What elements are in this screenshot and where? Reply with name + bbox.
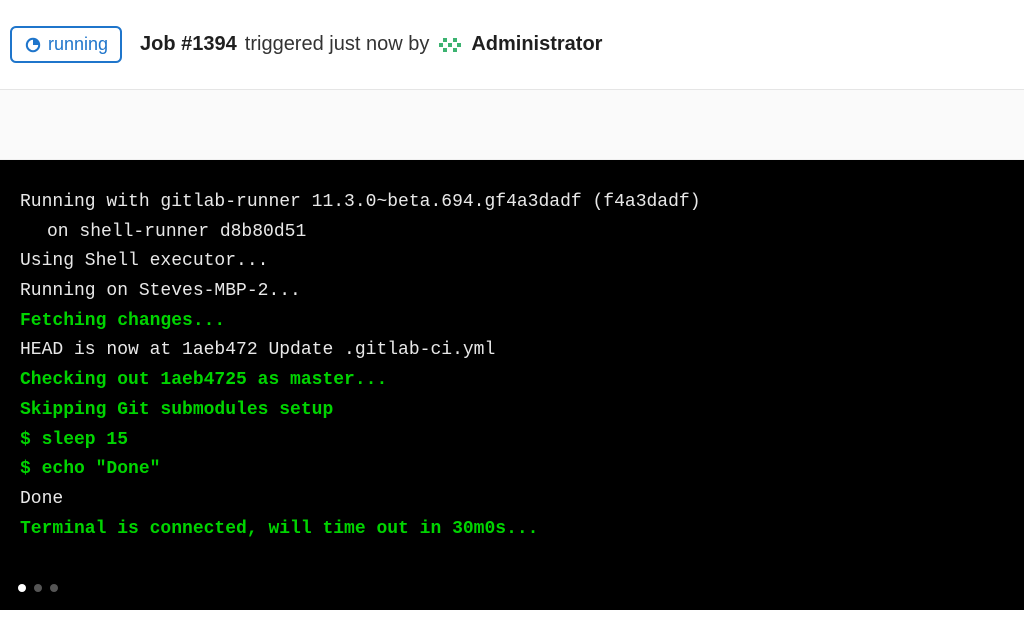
terminal-line: Terminal is connected, will time out in …	[20, 515, 1004, 545]
user-name[interactable]: Administrator	[471, 33, 602, 56]
job-number: Job #1394	[140, 33, 237, 56]
dot	[34, 584, 42, 592]
header-spacer	[0, 90, 1024, 160]
terminal-line: Running with gitlab-runner 11.3.0~beta.6…	[20, 188, 1004, 218]
status-badge[interactable]: running	[10, 26, 122, 63]
avatar[interactable]	[437, 32, 463, 58]
terminal-line: Fetching changes...	[20, 307, 1004, 337]
terminal-line: Using Shell executor...	[20, 247, 1004, 277]
terminal-line: Skipping Git submodules setup	[20, 396, 1004, 426]
loading-dots	[18, 584, 58, 592]
running-icon	[24, 36, 42, 54]
terminal-line: HEAD is now at 1aeb472 Update .gitlab-ci…	[20, 336, 1004, 366]
terminal-output: Running with gitlab-runner 11.3.0~beta.6…	[0, 160, 1024, 610]
dot	[18, 584, 26, 592]
dot	[50, 584, 58, 592]
terminal-line: $ sleep 15	[20, 426, 1004, 456]
job-header: running Job #1394 triggered just now by …	[0, 0, 1024, 90]
terminal-line: Running on Steves-MBP-2...	[20, 277, 1004, 307]
terminal-line: $ echo "Done"	[20, 455, 1004, 485]
status-text: running	[48, 34, 108, 55]
triggered-text: triggered just now by	[245, 33, 430, 56]
terminal-line: Checking out 1aeb4725 as master...	[20, 366, 1004, 396]
terminal-line: Done	[20, 485, 1004, 515]
job-info: Job #1394 triggered just now by Administ…	[140, 32, 602, 58]
terminal-line: on shell-runner d8b80d51	[20, 218, 1004, 248]
